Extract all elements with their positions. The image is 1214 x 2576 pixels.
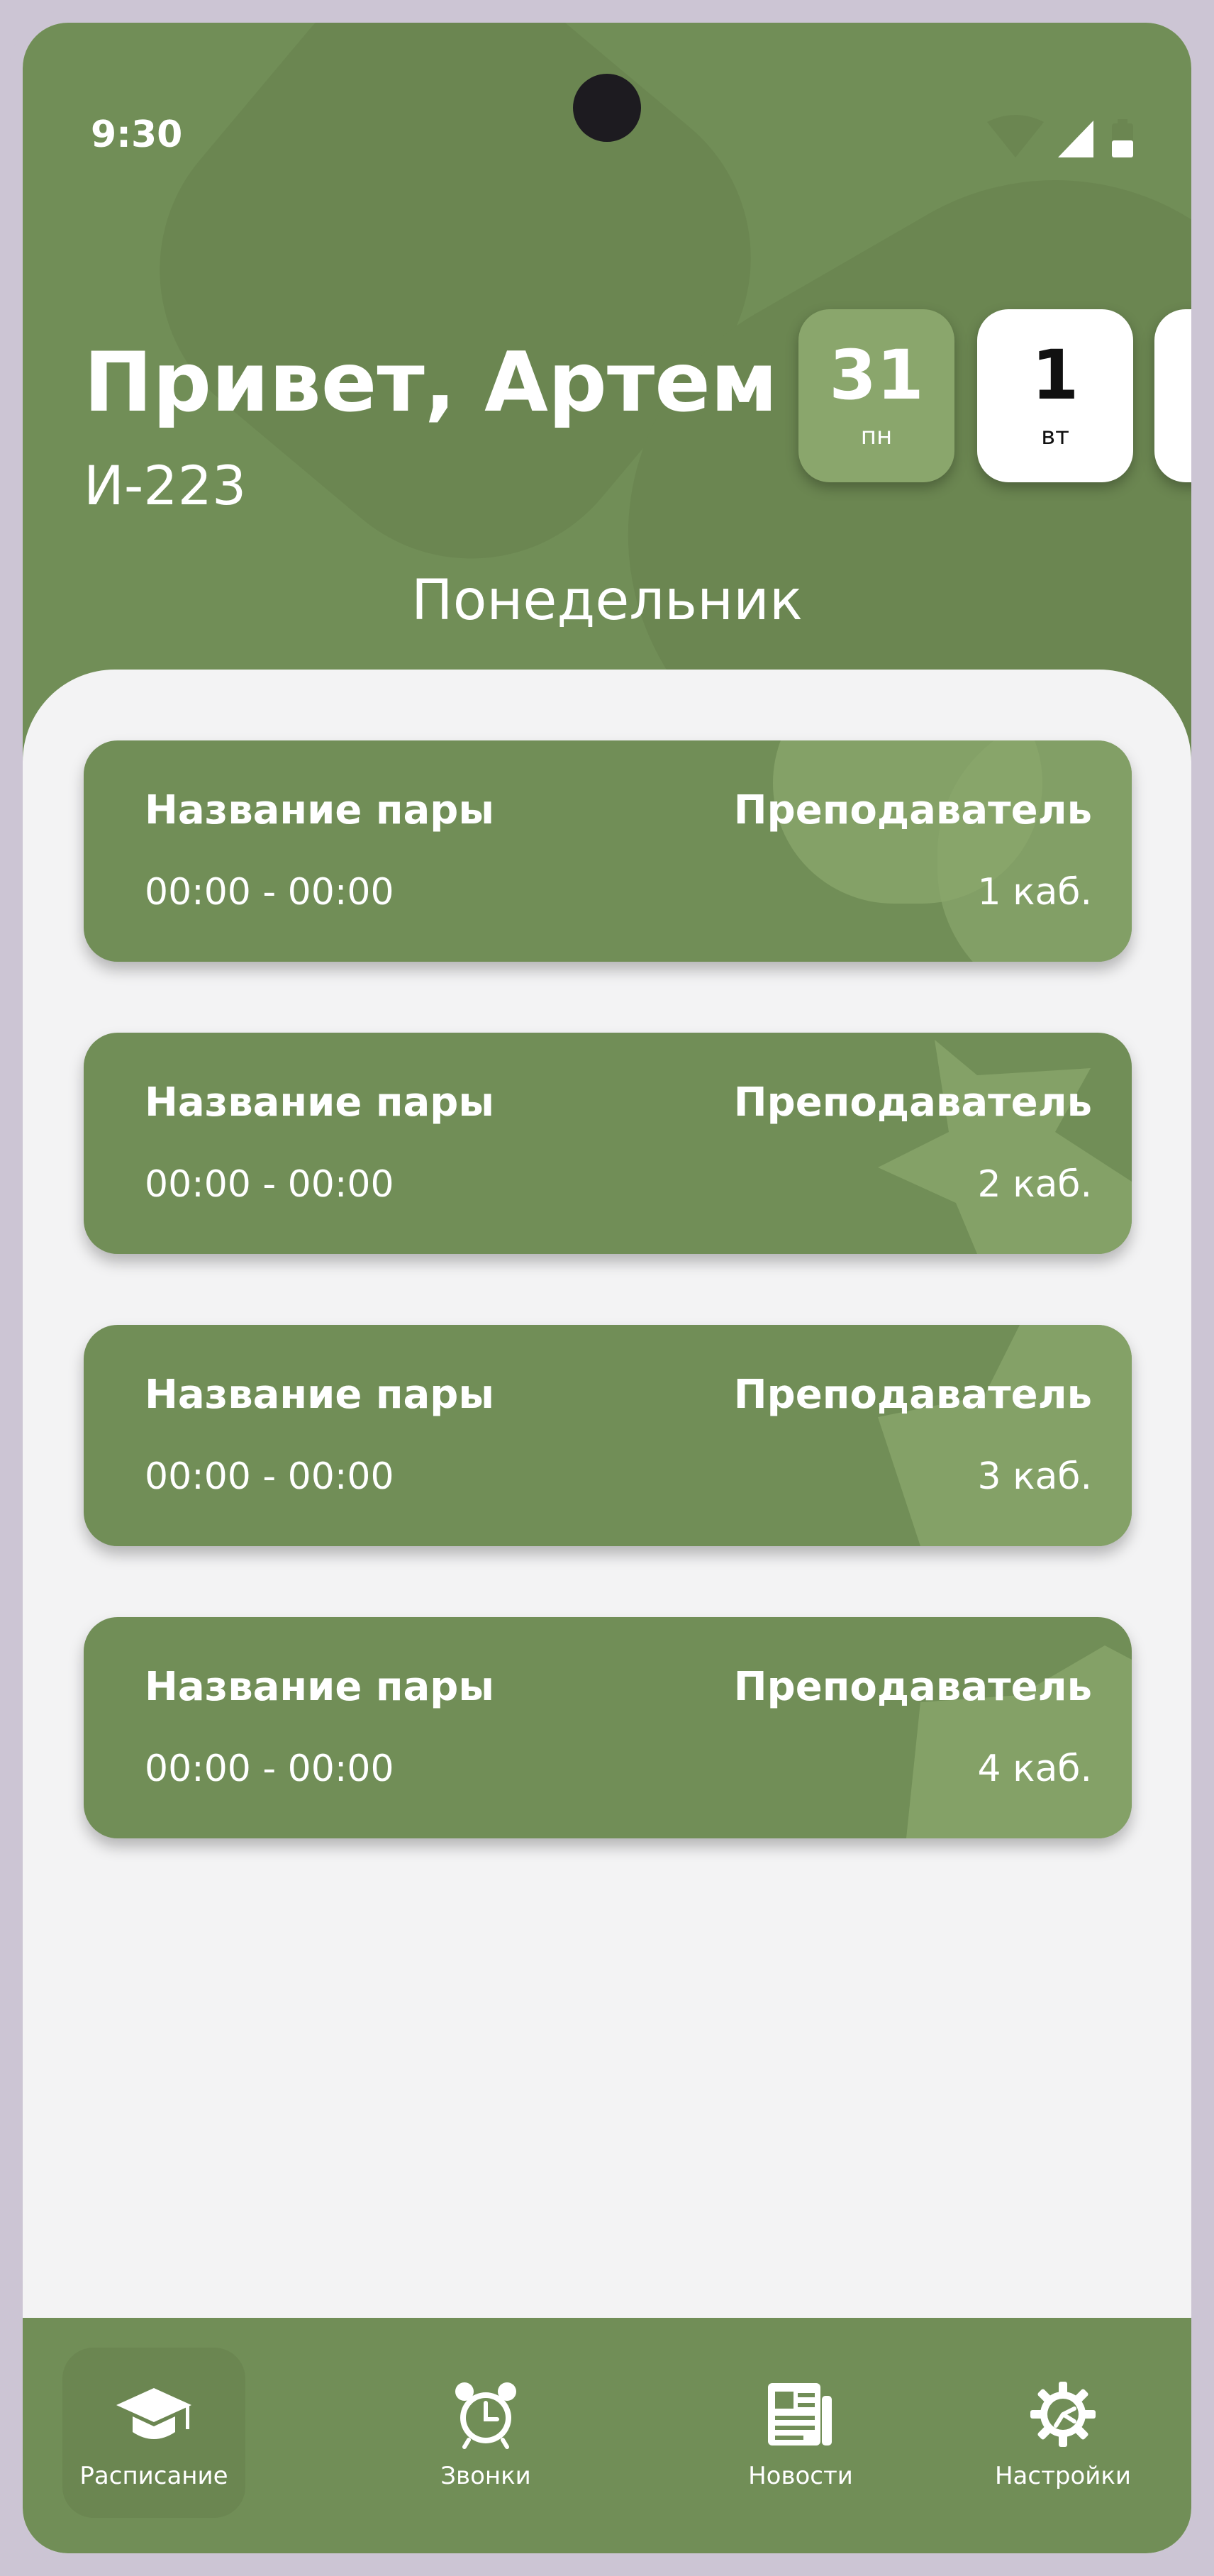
date-chip-selected[interactable]: 31 пн <box>798 309 954 482</box>
lesson-time: 00:00 - 00:00 <box>145 1455 394 1498</box>
date-day: 31 <box>829 335 924 415</box>
lesson-name: Название пары <box>145 1079 495 1126</box>
nav-label: Расписание <box>79 2462 228 2490</box>
card-decoration <box>878 1040 1132 1254</box>
selected-day-title: Понедельник <box>411 569 803 633</box>
signal-icon <box>1058 121 1093 157</box>
lesson-card[interactable]: Название пары 00:00 - 00:00 Преподавател… <box>84 740 1132 962</box>
nav-item-schedule[interactable]: Расписание <box>62 2348 245 2518</box>
wifi-icon <box>987 115 1044 157</box>
lesson-card[interactable]: Название пары 00:00 - 00:00 Преподавател… <box>84 1033 1132 1254</box>
nav-item-settings[interactable]: Настройки <box>971 2348 1154 2518</box>
nav-label: Звонки <box>440 2462 531 2490</box>
card-decoration <box>937 740 1132 962</box>
lesson-name: Название пары <box>145 787 495 833</box>
status-time: 9:30 <box>91 113 183 156</box>
date-day: 1 <box>1031 335 1079 415</box>
nav-label: Настройки <box>994 2462 1131 2490</box>
lesson-teacher: Преподаватель <box>733 787 1092 833</box>
bottom-navigation: Расписание Звонки Новости Настройки <box>23 2318 1191 2553</box>
date-weekday: вт <box>1041 422 1069 450</box>
date-weekday: пн <box>860 422 893 450</box>
lesson-name: Название пары <box>145 1664 495 1710</box>
lesson-teacher: Преподаватель <box>733 1079 1092 1126</box>
lesson-time: 00:00 - 00:00 <box>145 1163 394 1206</box>
lesson-card[interactable]: Название пары 00:00 - 00:00 Преподавател… <box>84 1325 1132 1546</box>
lesson-time: 00:00 - 00:00 <box>145 1748 394 1790</box>
gear-icon <box>1024 2375 1102 2453</box>
date-chip-partial[interactable] <box>1154 309 1191 482</box>
lesson-room: 3 каб. <box>977 1455 1092 1498</box>
system-icons <box>987 113 1157 163</box>
lesson-teacher: Преподаватель <box>733 1372 1092 1418</box>
nav-label: Новости <box>748 2462 853 2490</box>
front-camera <box>573 74 641 142</box>
graduation-cap-icon <box>115 2375 193 2453</box>
lesson-time: 00:00 - 00:00 <box>145 871 394 914</box>
lesson-room: 2 каб. <box>977 1163 1092 1206</box>
greeting-title: Привет, Артем <box>84 335 778 431</box>
newspaper-icon <box>762 2375 840 2453</box>
nav-item-bells[interactable]: Звонки <box>394 2348 577 2518</box>
lesson-room: 1 каб. <box>977 871 1092 914</box>
date-chip[interactable]: 1 вт <box>977 309 1133 482</box>
status-bar: 9:30 <box>23 23 1191 157</box>
card-decoration <box>878 1325 1132 1546</box>
phone-screen: 9:30 Привет, Артем И-223 31 пн 1 вт Поне… <box>23 23 1191 2553</box>
lesson-name: Название пары <box>145 1372 495 1418</box>
battery-icon <box>1112 119 1133 157</box>
lesson-room: 4 каб. <box>977 1748 1092 1790</box>
nav-item-news[interactable]: Новости <box>709 2348 892 2518</box>
lesson-card[interactable]: Название пары 00:00 - 00:00 Преподавател… <box>84 1617 1132 1838</box>
lesson-teacher: Преподаватель <box>733 1664 1092 1710</box>
alarm-clock-icon <box>447 2375 525 2453</box>
group-label: И-223 <box>84 454 247 517</box>
card-decoration <box>906 1645 1132 1838</box>
